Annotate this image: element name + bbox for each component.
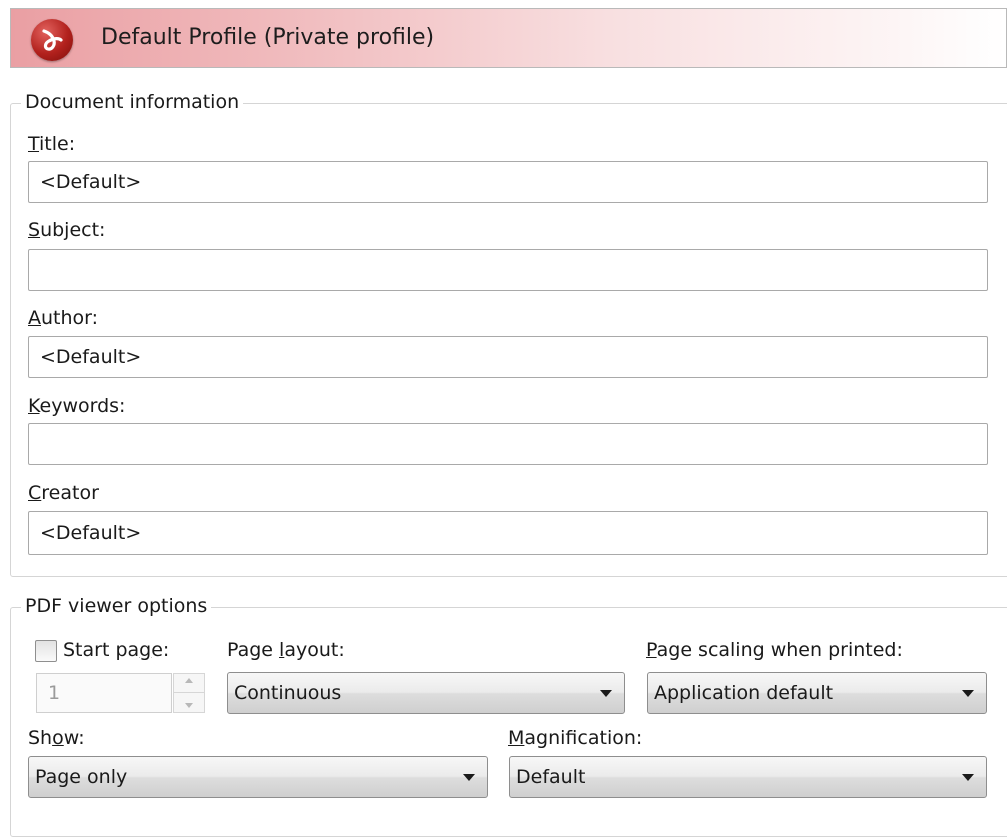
- chevron-down-icon: [962, 774, 974, 781]
- page-scaling-label: Page scaling when printed:: [646, 639, 903, 661]
- chevron-down-icon: [962, 690, 974, 697]
- creator-label: Creator: [28, 482, 99, 504]
- author-label: Author:: [28, 307, 99, 329]
- magnification-value: Default: [516, 766, 586, 788]
- page-layout-value: Continuous: [234, 682, 342, 704]
- title-input[interactable]: <Default>: [28, 161, 988, 203]
- page-scaling-value: Application default: [654, 682, 834, 704]
- magnification-select[interactable]: Default: [509, 756, 987, 798]
- title-label: Title:: [28, 133, 76, 155]
- start-page-spinner[interactable]: [173, 673, 205, 713]
- page-layout-select[interactable]: Continuous: [227, 672, 625, 714]
- profile-header: Default Profile (Private profile): [10, 8, 1007, 68]
- spinner-down-button[interactable]: [174, 693, 204, 712]
- start-page-label[interactable]: Start page:: [63, 639, 169, 661]
- start-page-checkbox[interactable]: [35, 640, 57, 662]
- pdf-viewer-options-legend: PDF viewer options: [21, 595, 212, 617]
- start-page-input[interactable]: 1: [36, 673, 172, 713]
- novapdf-logo-icon: [31, 19, 73, 61]
- author-input[interactable]: <Default>: [28, 336, 988, 378]
- page-scaling-select[interactable]: Application default: [647, 672, 987, 714]
- spinner-up-button[interactable]: [174, 674, 204, 693]
- profile-title: Default Profile (Private profile): [101, 25, 435, 50]
- creator-input[interactable]: <Default>: [28, 511, 988, 555]
- subject-label: Subject:: [28, 219, 106, 241]
- subject-input[interactable]: [28, 249, 988, 291]
- show-value: Page only: [35, 766, 128, 788]
- page-layout-label: Page layout:: [227, 639, 345, 661]
- show-label: Show:: [28, 727, 85, 749]
- document-information-legend: Document information: [21, 91, 244, 113]
- show-select[interactable]: Page only: [28, 756, 488, 798]
- chevron-down-icon: [600, 690, 612, 697]
- magnification-label: Magnification:: [508, 727, 643, 749]
- keywords-label: Keywords:: [28, 395, 126, 417]
- chevron-down-icon: [463, 774, 475, 781]
- keywords-input[interactable]: [28, 423, 988, 465]
- arrow-down-icon: [185, 703, 193, 708]
- arrow-up-icon: [185, 678, 193, 683]
